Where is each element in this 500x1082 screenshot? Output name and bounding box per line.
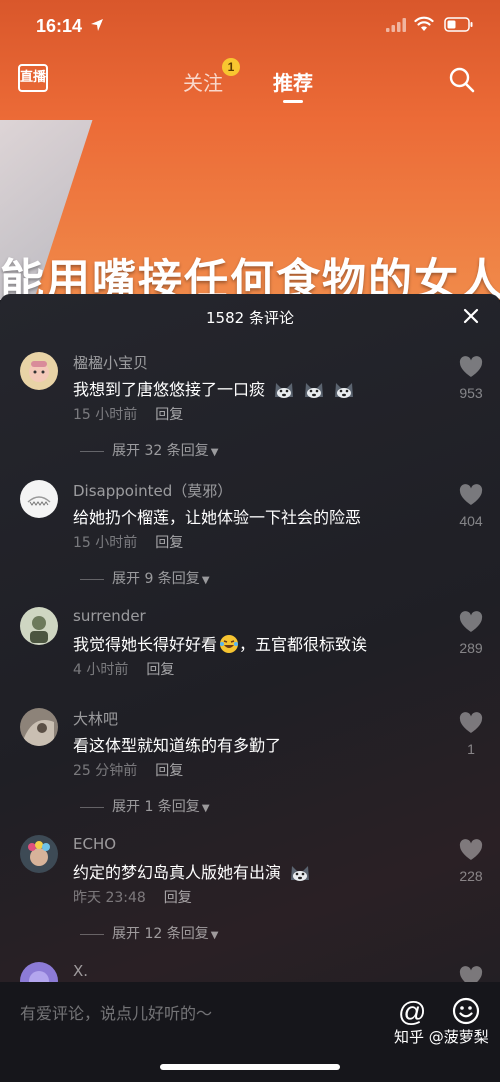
heart-icon [459, 839, 483, 860]
like-button[interactable]: 228 [446, 839, 496, 884]
husky-emoji-icon [275, 383, 294, 398]
comment-text: 我想到了唐悠悠接了一口痰 [73, 376, 355, 400]
comment-meta: 15 小时前 回复 [73, 404, 183, 424]
reply-button[interactable]: 回复 [155, 763, 183, 779]
cellular-signal-icon [386, 18, 406, 32]
comment-meta: 昨天 23:48 回复 [73, 887, 192, 907]
laughing-emoji-icon [220, 635, 239, 653]
expand-replies-button[interactable]: 展开 12 条回复 ▼ [80, 923, 218, 943]
caret-down-icon: ▼ [210, 930, 219, 941]
like-count: 404 [459, 513, 483, 529]
tab-follow[interactable]: 关注 [183, 67, 223, 96]
watermark-text: 知乎 @菠萝梨 [394, 1028, 489, 1046]
comments-sheet: 1582 条评论 楹楹小宝贝 我想到了唐悠悠接了一口痰 15 小时前 回复 展开… [0, 294, 500, 1082]
expand-replies-button[interactable]: 展开 1 条回复 ▼ [80, 796, 210, 816]
comment-username[interactable]: surrender [73, 607, 146, 625]
comment-text-body: 约定的梦幻岛真人版她有出演 [73, 863, 282, 882]
expand-replies-button[interactable]: 展开 32 条回复 ▼ [80, 440, 218, 460]
like-button[interactable]: 1 [446, 712, 496, 757]
heart-icon [459, 356, 483, 377]
avatar[interactable] [20, 835, 58, 873]
comment-input-bar: 有爱评论，说点儿好听的～ @ 知乎 @菠萝梨 [0, 982, 500, 1082]
comment-input[interactable]: 有爱评论，说点儿好听的～ [20, 1000, 212, 1024]
close-icon[interactable] [463, 308, 479, 324]
tab-recommend[interactable]: 推荐 [273, 67, 313, 96]
reply-button[interactable]: 回复 [164, 890, 192, 906]
avatar[interactable] [20, 708, 58, 746]
comment-text: 约定的梦幻岛真人版她有出演 [73, 859, 311, 883]
husky-emoji-icon [305, 383, 324, 398]
comment-text-part: 我觉得她长得好好看 [73, 635, 218, 654]
expand-replies-label: 展开 12 条回复 [112, 926, 209, 942]
comment-time: 15 小时前 [73, 535, 138, 551]
location-arrow-icon [91, 19, 103, 31]
like-count: 289 [459, 640, 483, 656]
comment-username[interactable]: 大林吧 [73, 708, 118, 729]
avatar[interactable] [20, 607, 58, 645]
caret-down-icon: ▼ [201, 803, 210, 814]
comment-time: 昨天 23:48 [73, 890, 146, 906]
expand-replies-label: 展开 9 条回复 [112, 571, 200, 587]
divider-line [80, 933, 104, 935]
comment-text: 我觉得她长得好好看 ，五官都很标致诶 [73, 631, 367, 655]
like-button[interactable]: 953 [446, 356, 496, 401]
expand-replies-label: 展开 32 条回复 [112, 443, 209, 459]
comment-username[interactable]: X. [73, 962, 88, 980]
comment-time: 4 小时前 [73, 662, 129, 678]
video-caption: 能用嘴接任何食物的女人 [0, 255, 500, 300]
husky-emoji-icon [291, 866, 310, 881]
divider-line [80, 806, 104, 808]
like-button[interactable]: 289 [446, 611, 496, 656]
follow-notification-badge: 1 [222, 58, 240, 76]
divider-line [80, 450, 104, 452]
reply-button[interactable]: 回复 [155, 535, 183, 551]
like-count: 1 [467, 741, 475, 757]
comment-time: 25 分钟前 [73, 763, 138, 779]
comments-count-title: 1582 条评论 [206, 309, 294, 327]
battery-icon [444, 17, 473, 32]
mention-at-icon[interactable]: @ [398, 996, 426, 1028]
home-indicator[interactable] [160, 1064, 340, 1070]
comment-username[interactable]: Disappointed（莫邪） [73, 480, 232, 501]
status-bar: 16:14 [0, 0, 500, 52]
avatar[interactable] [20, 480, 58, 518]
comment-text-part: ，五官都很标致诶 [239, 635, 368, 654]
reply-button[interactable]: 回复 [146, 662, 174, 678]
comment-meta: 25 分钟前 回复 [73, 760, 183, 780]
comment-text: 看这体型就知道练的有多勤了 [73, 736, 282, 755]
comment-meta: 4 小时前 回复 [73, 659, 174, 679]
husky-emoji-icon [335, 383, 354, 398]
heart-icon [459, 611, 483, 632]
search-icon[interactable] [448, 66, 476, 94]
comment-username[interactable]: 楹楹小宝贝 [73, 352, 148, 373]
heart-icon [459, 712, 483, 733]
comment-time: 15 小时前 [73, 407, 138, 423]
caret-down-icon: ▼ [210, 447, 219, 458]
like-button[interactable]: 404 [446, 484, 496, 529]
expand-replies-button[interactable]: 展开 9 条回复 ▼ [80, 568, 210, 588]
caret-down-icon: ▼ [201, 575, 210, 586]
comment-text: 给她扔个榴莲，让她体验一下社会的险恶 [73, 508, 362, 527]
active-tab-indicator [283, 100, 303, 103]
expand-replies-label: 展开 1 条回复 [112, 799, 200, 815]
live-stream-icon[interactable]: 直播 [18, 64, 48, 92]
like-count: 953 [459, 385, 483, 401]
status-time: 16:14 [36, 16, 83, 36]
divider-line [80, 578, 104, 580]
wifi-icon [414, 16, 434, 31]
avatar[interactable] [20, 352, 58, 390]
comment-username[interactable]: ECHO [73, 835, 116, 853]
comment-meta: 15 小时前 回复 [73, 532, 183, 552]
top-navigation: 直播 关注 1 推荐 [0, 58, 500, 103]
heart-icon [459, 484, 483, 505]
like-count: 228 [459, 868, 483, 884]
reply-button[interactable]: 回复 [155, 407, 183, 423]
emoji-picker-icon[interactable] [452, 997, 480, 1025]
comment-text-body: 我想到了唐悠悠接了一口痰 [73, 380, 266, 399]
